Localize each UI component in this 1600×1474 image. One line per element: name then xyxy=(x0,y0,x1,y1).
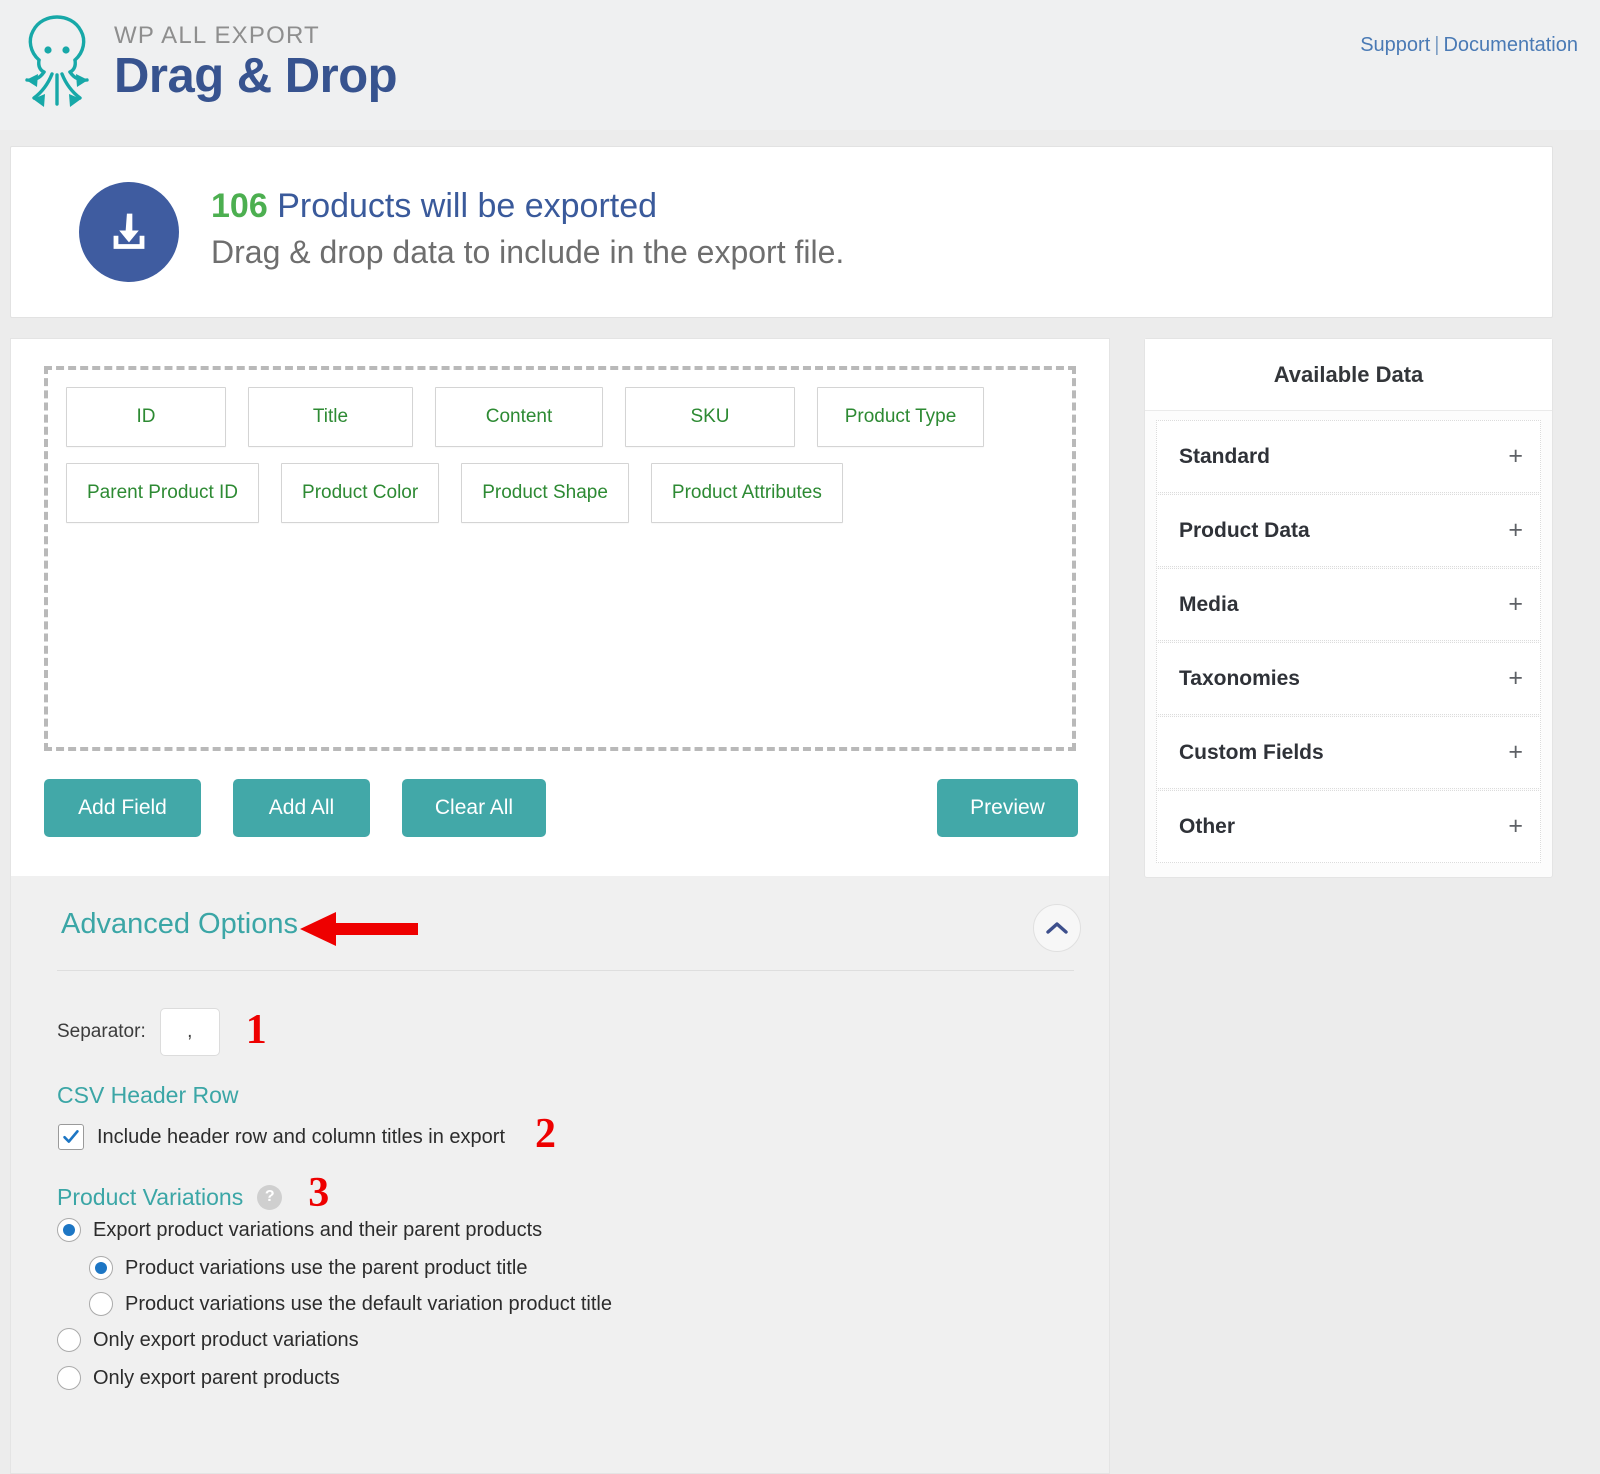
field-actions: Add Field Add All Clear All Preview xyxy=(44,779,1078,837)
radio-button[interactable] xyxy=(57,1328,81,1352)
radio-row[interactable]: Product variations use the default varia… xyxy=(89,1292,612,1316)
export-summary-text: 106 Products will be exported Drag & dro… xyxy=(211,185,844,272)
radio-row[interactable]: Product variations use the parent produc… xyxy=(89,1256,612,1280)
expand-plus-icon[interactable]: + xyxy=(1508,444,1523,469)
csv-header-row-title: CSV Header Row xyxy=(57,1082,239,1109)
radio-row[interactable]: Only export product variations xyxy=(57,1328,612,1352)
csv-header-checkbox-row: Include header row and column titles in … xyxy=(58,1119,556,1155)
sidebar-item-label: Standard xyxy=(1179,445,1270,469)
field-chip-row-2: Parent Product ID Product Color Product … xyxy=(48,447,1072,523)
radio-label: Export product variations and their pare… xyxy=(93,1219,542,1242)
export-summary-card: 106 Products will be exported Drag & dro… xyxy=(10,146,1553,318)
brand-subtitle: WP ALL EXPORT xyxy=(114,24,397,48)
field-chip[interactable]: Title xyxy=(248,387,413,447)
sidebar-item-media[interactable]: Media + xyxy=(1156,568,1541,641)
sidebar-item-custom-fields[interactable]: Custom Fields + xyxy=(1156,716,1541,789)
field-chip[interactable]: Product Shape xyxy=(461,463,629,523)
radio-button[interactable] xyxy=(57,1218,81,1242)
expand-plus-icon[interactable]: + xyxy=(1508,666,1523,691)
expand-plus-icon[interactable]: + xyxy=(1508,592,1523,617)
link-separator: | xyxy=(1434,34,1439,56)
advanced-divider xyxy=(57,970,1074,971)
app-header: WP ALL EXPORT Drag & Drop Support|Docume… xyxy=(0,0,1600,130)
clear-all-button[interactable]: Clear All xyxy=(402,779,546,837)
add-field-button[interactable]: Add Field xyxy=(44,779,201,837)
sidebar-item-label: Product Data xyxy=(1179,519,1310,543)
expand-plus-icon[interactable]: + xyxy=(1508,814,1523,839)
sidebar-item-label: Other xyxy=(1179,815,1235,839)
annotation-marker-2: 2 xyxy=(535,1113,556,1155)
help-icon[interactable]: ? xyxy=(257,1185,282,1210)
field-chip[interactable]: ID xyxy=(66,387,226,447)
brand: WP ALL EXPORT Drag & Drop xyxy=(14,8,397,116)
drop-zone[interactable]: ID Title Content SKU Product Type Parent… xyxy=(44,366,1076,751)
export-fields-panel: ID Title Content SKU Product Type Parent… xyxy=(10,338,1110,876)
sidebar-item-standard[interactable]: Standard + xyxy=(1156,420,1541,493)
sidebar-item-product-data[interactable]: Product Data + xyxy=(1156,494,1541,567)
product-variations-title: Product Variations xyxy=(57,1184,243,1211)
radio-row[interactable]: Only export parent products xyxy=(57,1366,612,1390)
export-subtitle: Drag & drop data to include in the expor… xyxy=(211,232,844,272)
sidebar-item-label: Custom Fields xyxy=(1179,741,1324,765)
radio-button[interactable] xyxy=(89,1292,113,1316)
expand-plus-icon[interactable]: + xyxy=(1508,740,1523,765)
field-chip[interactable]: Product Color xyxy=(281,463,439,523)
include-header-checkbox-label: Include header row and column titles in … xyxy=(97,1126,505,1149)
sidebar-item-taxonomies[interactable]: Taxonomies + xyxy=(1156,642,1541,715)
available-data-panel: Available Data Standard + Product Data +… xyxy=(1144,338,1553,878)
annotation-marker-3: 3 xyxy=(308,1172,329,1214)
download-icon xyxy=(79,182,179,282)
export-count-suffix: Products will be exported xyxy=(277,187,657,225)
field-chip[interactable]: Parent Product ID xyxy=(66,463,259,523)
field-chip[interactable]: Product Attributes xyxy=(651,463,843,523)
advanced-options-title[interactable]: Advanced Options xyxy=(61,908,298,941)
preview-button[interactable]: Preview xyxy=(937,779,1078,837)
header-links: Support|Documentation xyxy=(1360,34,1578,57)
product-variations-title-row: Product Variations ? 3 xyxy=(57,1180,329,1214)
support-link[interactable]: Support xyxy=(1360,34,1430,56)
page-root: WP ALL EXPORT Drag & Drop Support|Docume… xyxy=(0,0,1600,1474)
radio-label: Product variations use the default varia… xyxy=(125,1293,612,1316)
octopus-logo-icon xyxy=(14,8,100,116)
radio-label: Product variations use the parent produc… xyxy=(125,1257,527,1280)
brand-text: WP ALL EXPORT Drag & Drop xyxy=(114,24,397,101)
advanced-options-header[interactable]: Advanced Options xyxy=(11,876,1109,976)
annotation-marker-1: 1 xyxy=(246,1009,267,1051)
add-all-button[interactable]: Add All xyxy=(233,779,370,837)
radio-row[interactable]: Export product variations and their pare… xyxy=(57,1218,612,1242)
red-left-arrow-annotation xyxy=(300,908,418,955)
available-data-list: Standard + Product Data + Media + Taxono… xyxy=(1145,411,1552,877)
field-chip[interactable]: SKU xyxy=(625,387,795,447)
separator-input[interactable] xyxy=(160,1008,220,1056)
brand-title: Drag & Drop xyxy=(114,52,397,101)
radio-label: Only export product variations xyxy=(93,1329,359,1352)
include-header-checkbox[interactable] xyxy=(58,1124,84,1150)
radio-button[interactable] xyxy=(57,1366,81,1390)
field-chip[interactable]: Content xyxy=(435,387,603,447)
chevron-up-icon[interactable] xyxy=(1033,904,1081,952)
documentation-link[interactable]: Documentation xyxy=(1443,34,1578,56)
separator-row: Separator: 1 xyxy=(57,1008,267,1056)
sidebar-item-label: Media xyxy=(1179,593,1239,617)
sidebar-item-other[interactable]: Other + xyxy=(1156,790,1541,863)
sidebar-item-label: Taxonomies xyxy=(1179,667,1300,691)
export-count-line: 106 Products will be exported xyxy=(211,185,844,228)
export-count: 106 xyxy=(211,187,268,225)
product-variations-radio-group: Export product variations and their pare… xyxy=(57,1218,612,1404)
field-chip-row-1: ID Title Content SKU Product Type xyxy=(48,370,1072,447)
expand-plus-icon[interactable]: + xyxy=(1508,518,1523,543)
field-chip[interactable]: Product Type xyxy=(817,387,984,447)
radio-button[interactable] xyxy=(89,1256,113,1280)
radio-label: Only export parent products xyxy=(93,1367,340,1390)
separator-label: Separator: xyxy=(57,1021,146,1043)
available-data-title: Available Data xyxy=(1145,339,1552,411)
